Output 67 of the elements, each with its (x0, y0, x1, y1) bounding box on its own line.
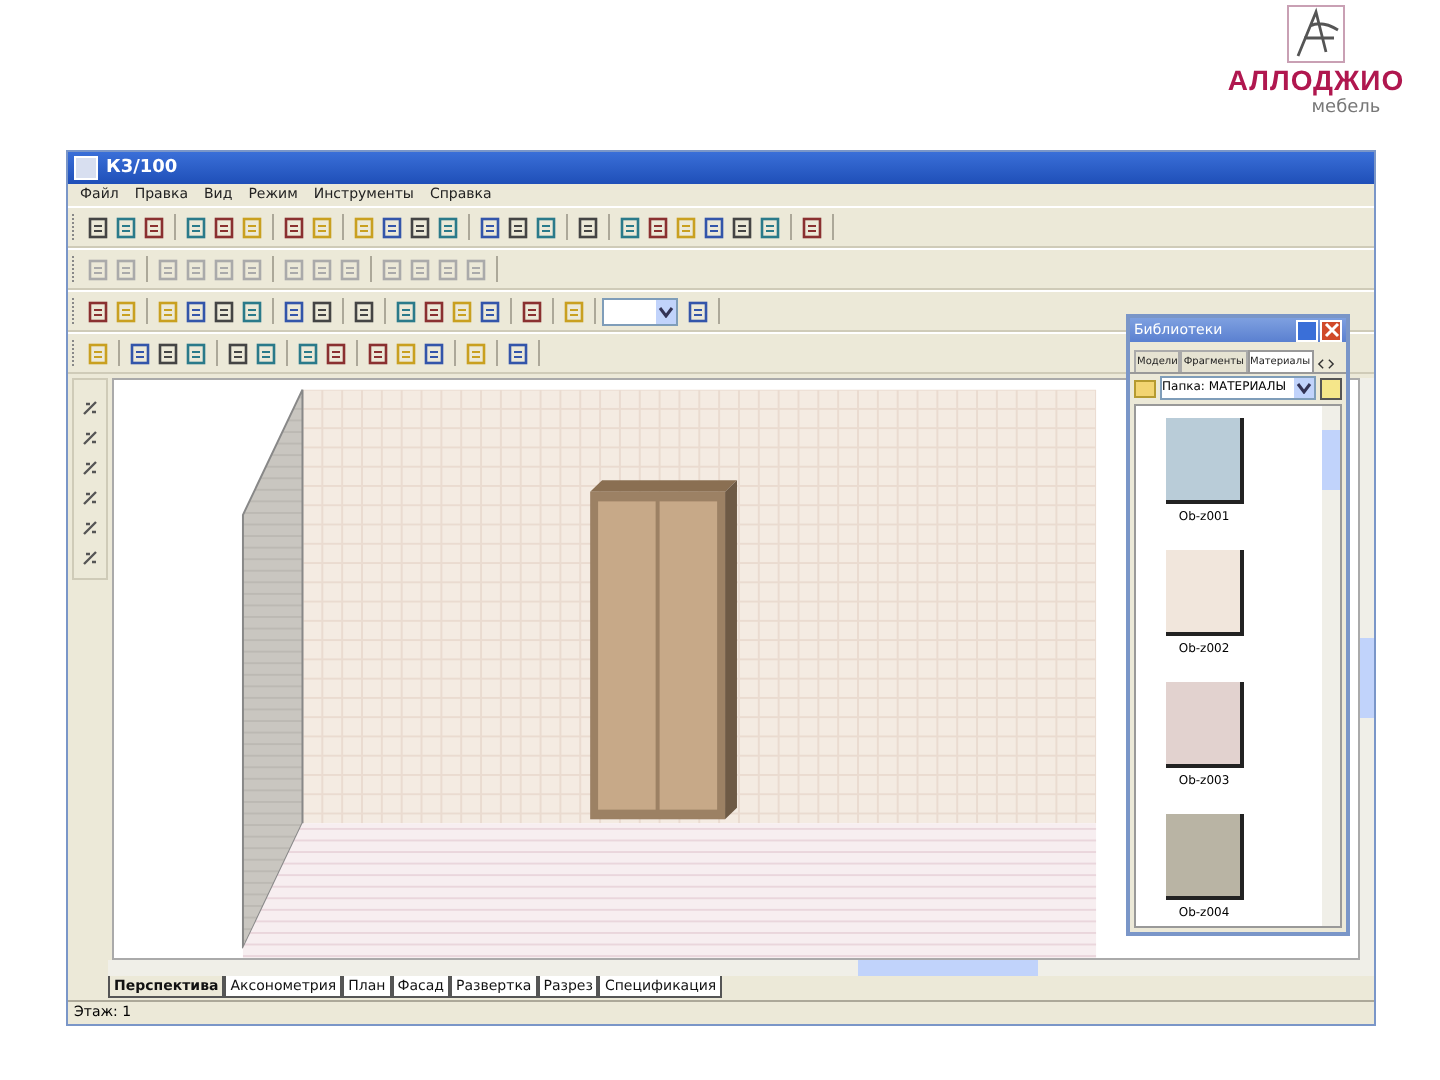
toolbar-icon[interactable] (616, 213, 644, 241)
toolbar-icon[interactable] (210, 297, 238, 325)
caret-icon[interactable] (658, 305, 674, 317)
toolbar-icon[interactable] (78, 546, 102, 570)
wardrobe-drawing[interactable] (590, 480, 737, 820)
window-title: К3/100 (106, 158, 178, 178)
toolbar-icon[interactable] (238, 297, 266, 325)
toolbar-icon[interactable] (182, 339, 210, 367)
toolbar-icon[interactable] (210, 213, 238, 241)
toolbar-icon[interactable] (78, 516, 102, 540)
close-icon[interactable] (1320, 319, 1342, 341)
zoom-dropdown[interactable] (602, 297, 678, 325)
toolbar-icon[interactable] (182, 297, 210, 325)
toolbar-icon[interactable] (406, 213, 434, 241)
brand-subtitle: мебель (1311, 96, 1381, 120)
brand-name: АЛЛОДЖИО (1227, 64, 1405, 96)
toolbar-icon[interactable] (140, 213, 168, 241)
toolbar-icon[interactable] (532, 213, 560, 241)
toolbar-icon[interactable] (280, 297, 308, 325)
toolbar-icon[interactable] (574, 213, 602, 241)
toolbar-icon[interactable] (420, 297, 448, 325)
texture-swatch[interactable] (1165, 814, 1243, 900)
toolbar-icon[interactable] (78, 456, 102, 480)
toolbar-icon[interactable] (476, 213, 504, 241)
toolbar-icon[interactable] (644, 213, 672, 241)
toolbar-icon[interactable] (420, 339, 448, 367)
toolbar-icon[interactable] (78, 396, 102, 420)
toolbar-icon[interactable] (224, 339, 252, 367)
toolbar-icon[interactable] (364, 339, 392, 367)
toolbar-icon[interactable] (756, 213, 784, 241)
toolbar-icon[interactable] (684, 297, 712, 325)
toolbar-icon[interactable] (700, 213, 728, 241)
folder-icon (1134, 379, 1156, 397)
toolbar-icon[interactable] (378, 213, 406, 241)
list-view-icon[interactable] (1320, 377, 1342, 399)
scrollbar[interactable] (1360, 378, 1374, 960)
texture-swatch[interactable] (1165, 550, 1243, 636)
toolbar-icon[interactable] (728, 213, 756, 241)
caret-icon[interactable] (1296, 382, 1312, 394)
toolbar-icon[interactable] (112, 213, 140, 241)
texture-swatch[interactable] (1165, 682, 1243, 768)
toolbar-icon[interactable] (280, 213, 308, 241)
toolbar-icon[interactable] (252, 339, 280, 367)
toolbar-icon[interactable] (350, 297, 378, 325)
scrollbar[interactable] (1322, 406, 1340, 926)
tab-scroll-icon[interactable] (1315, 358, 1336, 370)
texture-swatch[interactable] (1165, 418, 1243, 504)
logo-mark-icon (1286, 4, 1346, 64)
toolbar-icon[interactable] (182, 213, 210, 241)
toolbar-icon[interactable] (504, 339, 532, 367)
toolbar-icon[interactable] (322, 339, 350, 367)
toolbar-icon[interactable] (308, 297, 336, 325)
toolbar-icon[interactable] (78, 426, 102, 450)
toolbar-icon[interactable] (84, 297, 112, 325)
toolbar-icon[interactable] (504, 213, 532, 241)
toolbar-icon[interactable] (78, 486, 102, 510)
app-icon (74, 156, 98, 180)
toolbar-icon[interactable] (476, 297, 504, 325)
scrollbar[interactable] (108, 960, 1374, 976)
toolbar-icon[interactable] (434, 213, 462, 241)
toolbar-icon[interactable] (126, 339, 154, 367)
toolbar-icon[interactable] (294, 339, 322, 367)
toolbar-icon[interactable] (84, 213, 112, 241)
toolbar-icon[interactable] (154, 339, 182, 367)
toolbar-icon[interactable] (798, 213, 826, 241)
toolbar-icon[interactable] (518, 297, 546, 325)
toolbar-icon[interactable] (392, 297, 420, 325)
